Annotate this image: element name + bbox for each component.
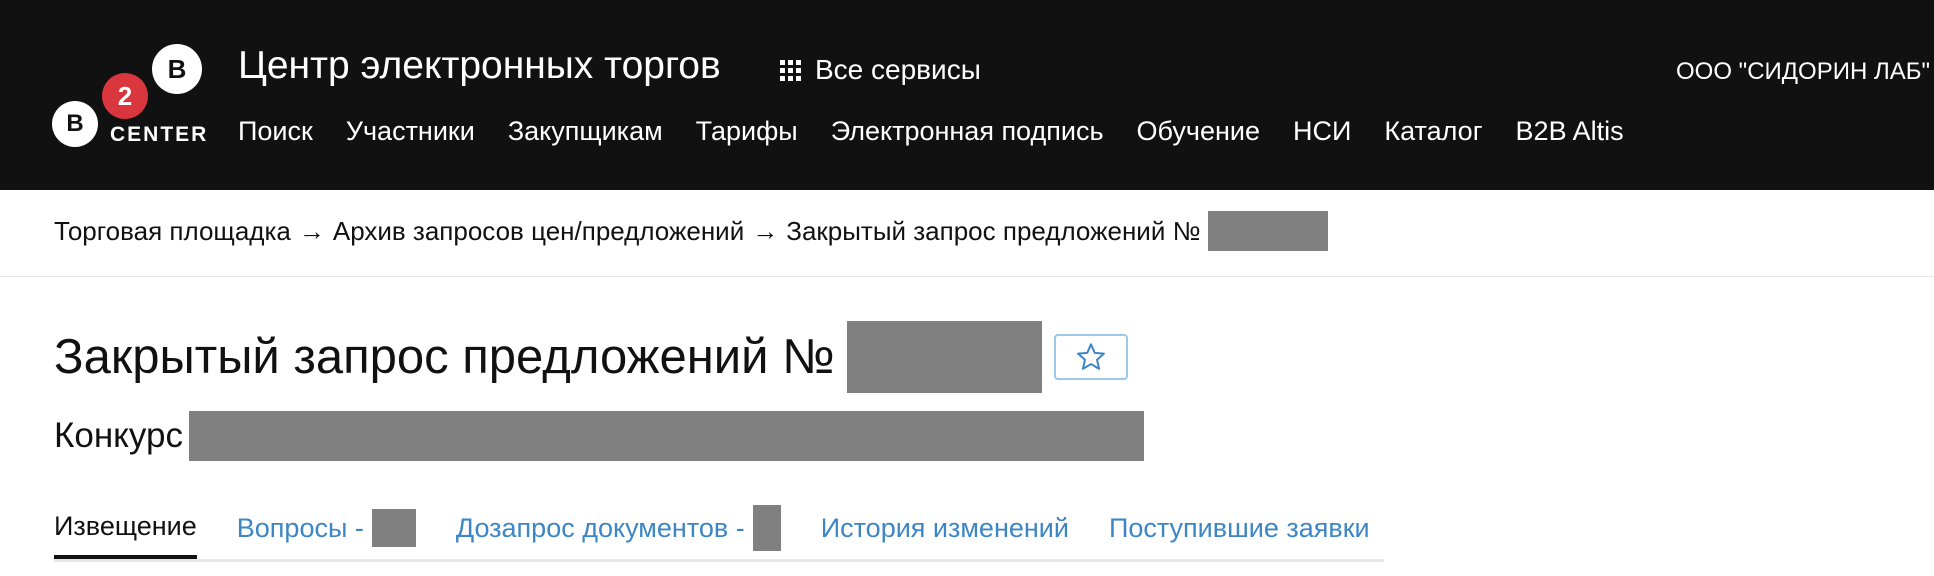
tab-label: Поступившие заявки [1108,512,1370,543]
tab-label: Извещение [54,510,197,541]
redacted-block [846,321,1042,393]
organization-name[interactable]: ООО "СИДОРИН ЛАБ" [1676,58,1930,86]
nav-item-search[interactable]: Поиск [238,116,313,147]
nav-item-tariffs[interactable]: Тарифы [696,116,798,147]
star-icon [1076,343,1105,370]
tab-questions[interactable]: Вопросы - [237,503,416,553]
tabs: Извещение Вопросы - Дозапрос документов … [54,503,1384,562]
all-services-label: Все сервисы [815,54,981,85]
breadcrumb: Торговая площадка → Архив запросов цен/п… [54,211,1329,251]
tab-change-history[interactable]: История изменений [821,503,1069,553]
nav-item-catalog[interactable]: Каталог [1384,116,1482,147]
site-title[interactable]: Центр электронных торгов [238,44,721,88]
nav-item-participants[interactable]: Участники [346,116,475,147]
top-nav: Поиск Участники Закупщикам Тарифы Электр… [238,116,1624,147]
logo-letter-bottom: B [52,101,98,147]
grid-icon [780,59,801,81]
breadcrumb-item-archive[interactable]: Архив запросов цен/предложений [333,216,744,247]
nav-item-e-signature[interactable]: Электронная подпись [831,116,1104,147]
logo-word: CENTER [110,123,209,146]
nav-item-training[interactable]: Обучение [1137,116,1260,147]
page-title: Закрытый запрос предложений № [54,330,835,384]
tab-document-requests[interactable]: Дозапрос документов - [456,503,781,553]
header: B B 2 CENTER Центр электронных торгов Вс… [0,0,1934,190]
tab-notice[interactable]: Извещение [54,503,197,559]
logo-letter-top: B [152,44,202,94]
tab-label: Вопросы - [236,512,364,543]
page-subtitle: Конкурс [54,416,183,455]
logo[interactable]: B B 2 CENTER [52,44,206,154]
redacted-count [752,505,781,551]
redacted-block [1208,211,1329,251]
all-services-button[interactable]: Все сервисы [780,54,981,86]
favorite-button[interactable] [1053,334,1128,380]
page-subtitle-row: Конкурс [54,411,1144,461]
logo-number-badge: 2 [102,73,148,119]
nav-item-nsi[interactable]: НСИ [1293,116,1351,147]
redacted-count [371,509,416,547]
breadcrumb-separator: → [752,215,779,246]
breadcrumb-item-current: Закрытый запрос предложений № [786,215,1201,246]
breadcrumb-separator: → [298,215,325,246]
tab-received-applications[interactable]: Поступившие заявки [1109,503,1370,553]
breadcrumb-item-marketplace[interactable]: Торговая площадка [54,216,291,247]
page-title-row: Закрытый запрос предложений № [54,321,1128,393]
tab-label: Дозапрос документов - [455,512,745,543]
tab-label: История изменений [820,512,1069,543]
redacted-block [188,411,1144,461]
nav-item-b2b-altis[interactable]: B2B Altis [1516,116,1624,147]
nav-item-buyers[interactable]: Закупщикам [508,116,663,147]
divider [0,276,1934,277]
